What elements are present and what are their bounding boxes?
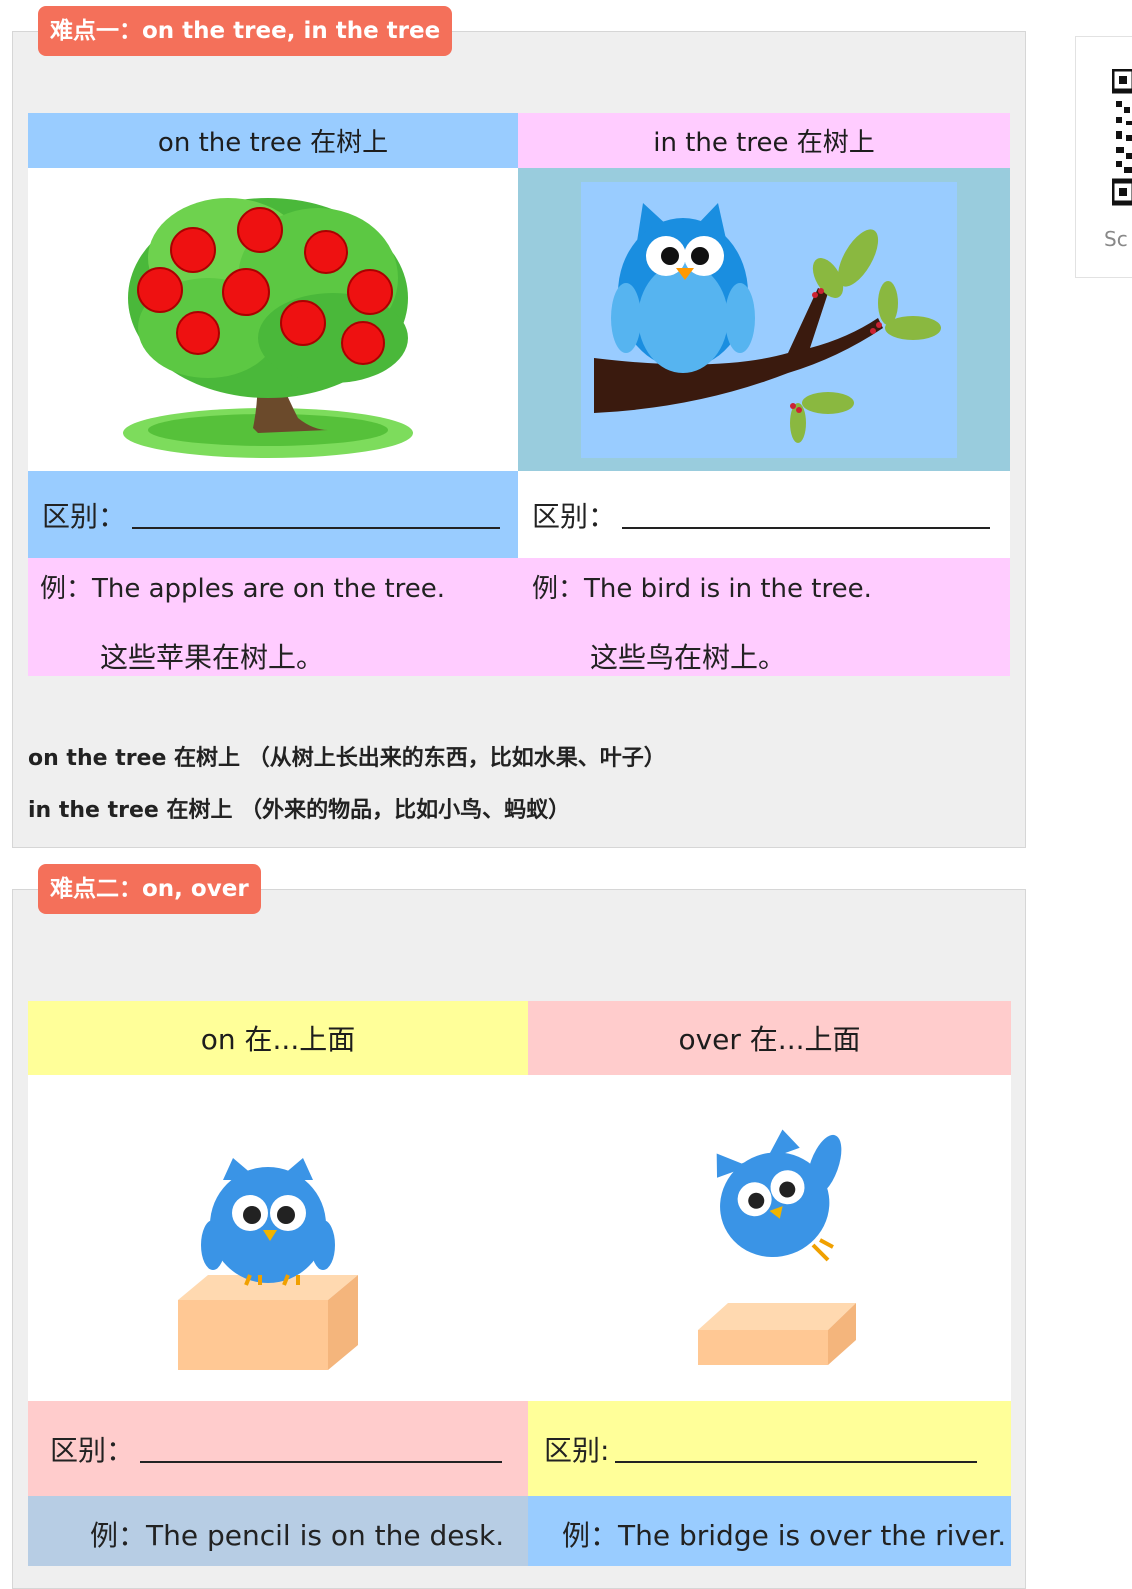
section2-right-example-text: 例：The bridge is over the river. — [562, 1519, 1007, 1552]
section2-right-diff: 区别: — [528, 1401, 1011, 1496]
owl-on-branch-illustration — [581, 182, 957, 458]
section1-right-image-cell — [518, 168, 1010, 471]
section1-left-diff: 区别： — [28, 471, 518, 558]
section2-tag: 难点二：on, over — [38, 864, 261, 914]
section1-right-header: in the tree 在树上 — [518, 113, 1010, 168]
section1-left-diff-blank — [132, 501, 501, 529]
section2-left-header: on 在...上面 — [28, 1001, 528, 1075]
section2-right-header: over 在...上面 — [528, 1001, 1011, 1075]
section2-right-header-text: over 在...上面 — [678, 1023, 861, 1056]
qr-code-card[interactable]: Sc — [1075, 36, 1132, 278]
section1-left-example-cn: 这些苹果在树上。 — [100, 641, 325, 674]
section1-right-example-cn: 这些鸟在树上。 — [590, 641, 787, 674]
section2-left-diff-label: 区别： — [50, 1433, 135, 1467]
section2-right-image-cell — [528, 1075, 1011, 1401]
section1-left-diff-label: 区别： — [42, 499, 127, 533]
section2-right-example: 例：The bridge is over the river. — [528, 1496, 1011, 1566]
section1-left-example-en: 例：The apples are on the tree. — [40, 574, 446, 604]
section1-left-image-cell — [28, 168, 518, 471]
section1-right-diff-label: 区别： — [532, 499, 617, 533]
section2-right-diff-label: 区别: — [544, 1433, 610, 1467]
section2-right-diff-blank — [615, 1435, 978, 1463]
section2-left-example: 例：The pencil is on the desk. — [28, 1496, 528, 1566]
section1-right-example: 例：The bird is in the tree. 这些鸟在树上。 — [518, 558, 1010, 676]
section2-table: on 在...上面 over 在...上面 区别： 区别: 例：The penc… — [28, 1001, 1011, 1566]
section1-right-diff: 区别： — [518, 471, 1010, 558]
section1-note-2: in the tree 在树上 （外来的物品，比如小鸟、蚂蚁） — [28, 798, 571, 823]
apple-tree-illustration — [123, 198, 413, 458]
section1-left-header-text: on the tree 在树上 — [157, 128, 389, 158]
section2-left-diff-blank — [140, 1435, 503, 1463]
section1-right-diff-blank — [622, 501, 991, 529]
section2-left-example-text: 例：The pencil is on the desk. — [90, 1519, 505, 1552]
section1-table: on the tree 在树上 in the tree 在树上 区别： 区别： … — [28, 113, 1010, 676]
owl-over-box-illustration — [698, 1129, 856, 1365]
section1-left-example: 例：The apples are on the tree. 这些苹果在树上。 — [28, 558, 518, 676]
section1-tag: 难点一：on the tree, in the tree — [38, 6, 453, 56]
section2-left-diff: 区别： — [28, 1401, 528, 1496]
section1-left-header: on the tree 在树上 — [28, 113, 518, 168]
section2-left-header-text: on 在...上面 — [200, 1023, 356, 1056]
qr-caption: Sc — [1104, 227, 1128, 251]
qr-code-icon — [1112, 69, 1132, 206]
section1-right-example-en: 例：The bird is in the tree. — [532, 574, 872, 604]
section2-left-image-cell — [28, 1075, 528, 1401]
owl-on-box-illustration — [178, 1158, 358, 1370]
section1-note-1: on the tree 在树上 （从树上长出来的东西，比如水果、叶子） — [28, 746, 666, 771]
section1-right-header-text: in the tree 在树上 — [653, 128, 875, 158]
